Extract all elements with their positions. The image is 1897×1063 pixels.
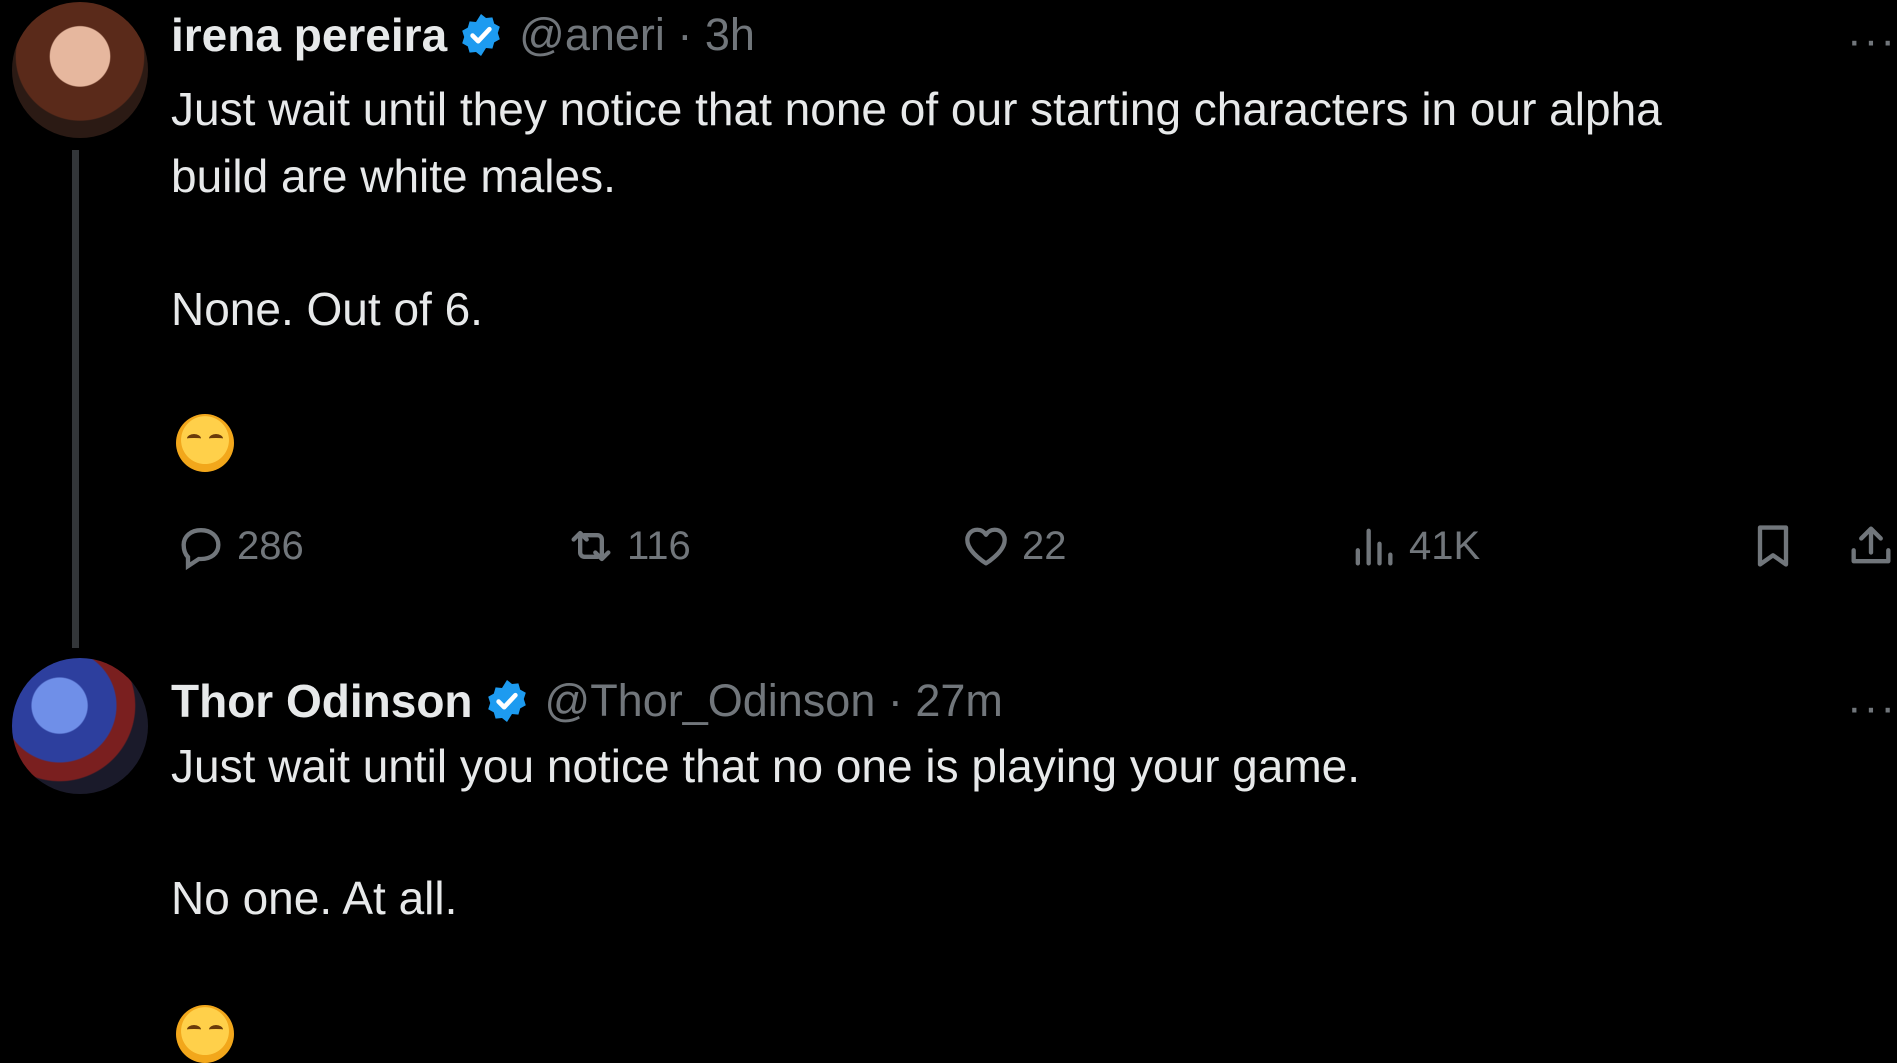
author-handle-time[interactable]: @Thor_Odinson · 27m — [545, 675, 1003, 727]
tweet-text-line: None. Out of 6. — [171, 283, 483, 335]
author-name[interactable]: irena pereira — [171, 8, 447, 62]
tweet-text-line: No one. At all. — [171, 872, 458, 924]
more-options-icon[interactable]: ··· — [1847, 16, 1897, 66]
like-icon — [965, 527, 1007, 566]
author-name[interactable]: Thor Odinson — [171, 674, 473, 728]
smiling-emoji-icon — [176, 414, 234, 472]
tweet-header: Thor Odinson @Thor_Odinson · 27m — [171, 674, 1003, 728]
tweet[interactable]: Thor Odinson @Thor_Odinson · 27m ··· Jus… — [0, 655, 1897, 1063]
avatar[interactable] — [12, 658, 148, 794]
tweet-actions: 286 116 22 41K — [0, 520, 1897, 580]
tweet-text-line: Just wait until you notice that no one i… — [171, 740, 1361, 792]
repost-button[interactable]: 116 — [565, 520, 691, 572]
tweet-text-line: Just wait until they notice that none of… — [171, 83, 1662, 135]
share-icon — [1851, 526, 1891, 564]
views-count: 41K — [1409, 523, 1481, 568]
bookmark-icon — [1757, 525, 1789, 567]
tweet-header: irena pereira @aneri · 3h — [171, 8, 755, 62]
more-options-icon[interactable]: ··· — [1847, 683, 1897, 733]
share-button[interactable] — [1845, 520, 1897, 577]
bookmark-button[interactable] — [1747, 520, 1799, 577]
verified-badge-icon — [462, 14, 500, 56]
like-button[interactable]: 22 — [960, 520, 1067, 572]
reply-icon — [181, 528, 221, 571]
smiling-emoji-icon — [176, 1005, 234, 1063]
reply-count: 286 — [237, 523, 304, 568]
views-button[interactable]: 41K — [1347, 520, 1480, 572]
author-handle-time[interactable]: @aneri · 3h — [519, 9, 755, 61]
tweet[interactable]: irena pereira @aneri · 3h ··· Just wait … — [0, 0, 1897, 655]
tweet-text-line: build are white males. — [171, 150, 616, 202]
like-count: 22 — [1022, 523, 1067, 568]
repost-count: 116 — [627, 523, 691, 568]
reply-button[interactable]: 286 — [175, 520, 304, 572]
repost-icon — [571, 530, 611, 562]
avatar[interactable] — [12, 2, 148, 138]
views-icon — [1355, 528, 1393, 566]
verified-badge-icon — [487, 680, 526, 722]
